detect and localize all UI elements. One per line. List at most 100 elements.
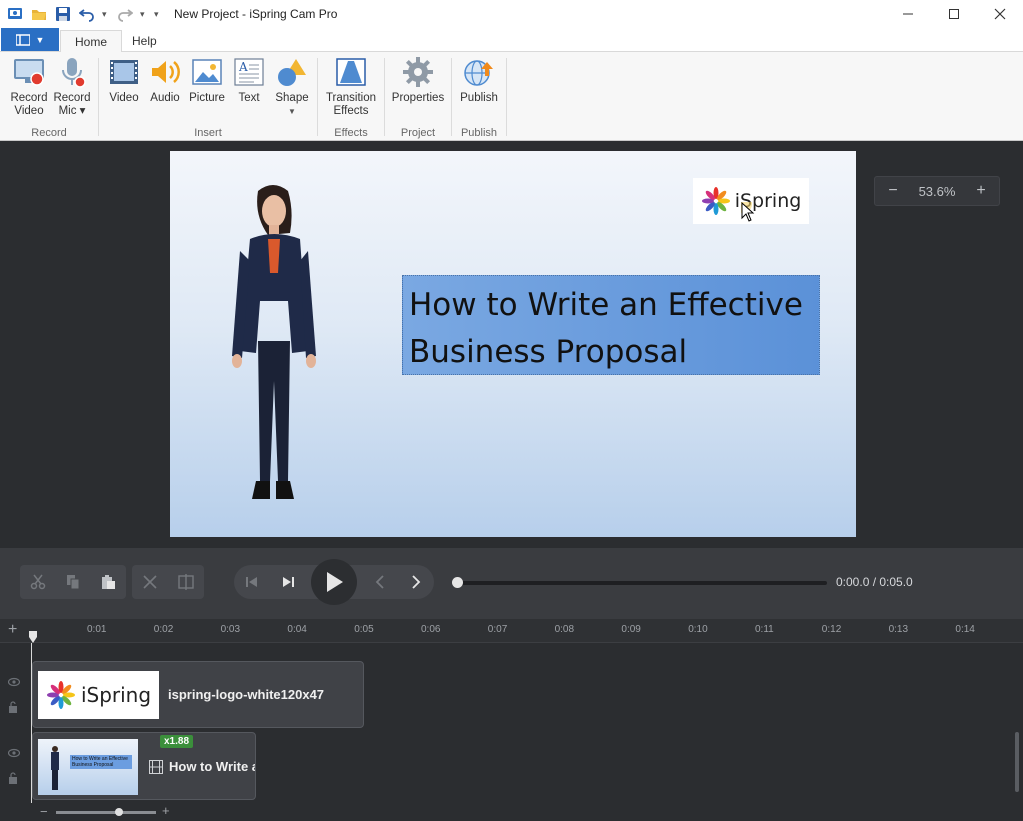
insert-group-label: Insert: [194, 127, 222, 139]
maximize-button[interactable]: [931, 0, 977, 28]
publish-group-label: Publish: [460, 127, 498, 139]
timeline-ruler[interactable]: + 0:01 0:02 0:03 0:04 0:05 0:06 0:07 0:08 0:09 0:…: [0, 619, 1023, 643]
speed-badge: x1.88: [160, 735, 194, 748]
picture-label: Picture: [189, 92, 225, 104]
timeline-vertical-scrollbar[interactable]: [1015, 732, 1019, 792]
timeline-clip-video[interactable]: How to Write an Effective Business Propo…: [32, 732, 256, 800]
window-controls: [885, 0, 1023, 28]
open-folder-icon[interactable]: [30, 5, 48, 23]
play-button[interactable]: [311, 559, 357, 605]
chevron-left-icon: [375, 575, 384, 589]
customize-toolbar-icon[interactable]: ▾: [154, 9, 162, 20]
globe-upload-icon: [463, 56, 495, 88]
effects-group-label: Effects: [334, 127, 368, 139]
scissors-icon: [30, 574, 45, 590]
ruler-tick-label: 0:05: [354, 624, 374, 635]
transition-effects-button[interactable]: Transition Effects: [322, 56, 380, 118]
undo-dropdown-icon[interactable]: ▾: [102, 9, 110, 20]
video-button[interactable]: Video: [107, 56, 141, 105]
transition-label-2: Effects: [333, 105, 369, 117]
slide-title-line-1: How to Write an Effective: [409, 287, 803, 323]
shape-button[interactable]: Shape ▼: [272, 56, 312, 118]
audio-button[interactable]: Audio: [147, 56, 183, 105]
title-bar: ▾ ▾ ▾ New Project - iSpring Cam Pro: [0, 0, 1023, 28]
zoom-out-button[interactable]: −: [885, 182, 901, 200]
playback-timecode: 0:00.0 / 0:05.0: [836, 575, 913, 589]
app-icon: [6, 5, 24, 23]
tab-home[interactable]: Home: [60, 30, 123, 53]
zoom-in-button[interactable]: +: [973, 182, 989, 200]
timeline-clip-logo[interactable]: iSpring ispring-logo-white120x47: [32, 661, 364, 728]
unlock-icon[interactable]: [8, 772, 18, 787]
timeline-zoom-handle[interactable]: [115, 808, 123, 816]
next-frame-button[interactable]: [398, 565, 434, 599]
text-button[interactable]: A Text: [232, 56, 266, 105]
tab-help[interactable]: Help: [118, 30, 171, 52]
skip-start-icon: [246, 577, 257, 587]
film-icon: [149, 760, 163, 774]
zoom-level: 53.6%: [918, 183, 956, 199]
eye-icon[interactable]: [7, 748, 21, 761]
cut-button[interactable]: [20, 565, 55, 599]
unlock-icon[interactable]: [8, 701, 18, 716]
previous-frame-button[interactable]: [362, 565, 398, 599]
record-mic-button[interactable]: Record Mic ▾: [52, 56, 92, 118]
ruler-tick-label: 0:09: [621, 624, 641, 635]
presenter-thumbnail-figure: [51, 746, 59, 790]
ruler-tick-label: 0:14: [955, 624, 975, 635]
redo-icon[interactable]: [116, 5, 134, 23]
shape-dropdown-icon: ▼: [288, 107, 296, 116]
go-to-end-button[interactable]: [270, 565, 306, 599]
ruler-tick-label: 0:01: [87, 624, 107, 635]
record-group-label: Record: [31, 127, 67, 139]
timeline-zoom-out-button[interactable]: −: [40, 804, 48, 819]
eye-icon[interactable]: [7, 677, 21, 690]
shapes-icon: [276, 56, 308, 88]
go-to-start-button[interactable]: [234, 565, 270, 599]
split-button[interactable]: [168, 565, 204, 599]
picture-icon: [191, 56, 223, 88]
add-track-button[interactable]: +: [8, 621, 17, 639]
speaker-icon: [149, 56, 181, 88]
slide-title-box[interactable]: How to Write an Effective Business Propo…: [402, 275, 820, 375]
copy-button[interactable]: [55, 565, 90, 599]
quick-access-toolbar: ▾ ▾ ▾: [0, 5, 162, 23]
undo-icon[interactable]: [78, 5, 96, 23]
ruler-tick-label: 0:11: [755, 624, 774, 635]
paste-icon: [102, 575, 116, 589]
microphone-icon: [56, 56, 88, 88]
clip-video-thumbnail: How to Write an Effective Business Propo…: [38, 739, 138, 795]
delete-button[interactable]: [132, 565, 168, 599]
timeline-tracks: iSpring ispring-logo-white120x47 How to …: [0, 643, 1023, 803]
paste-button[interactable]: [91, 565, 126, 599]
save-icon[interactable]: [54, 5, 72, 23]
ispring-flower-icon: [46, 681, 75, 709]
picture-button[interactable]: Picture: [187, 56, 227, 105]
record-video-button[interactable]: Record Video: [8, 56, 50, 118]
playback-progress-track[interactable]: [457, 581, 827, 585]
clip-name: ispring-logo-white120x47: [168, 687, 325, 702]
playback-scrubber-handle[interactable]: [452, 577, 463, 588]
record-video-label-2: Video: [14, 105, 44, 117]
record-video-label-1: Record: [10, 92, 48, 104]
timeline-zoom-track[interactable]: [56, 811, 156, 814]
zoom-control: − 53.6% +: [874, 176, 1000, 206]
close-button[interactable]: [977, 0, 1023, 28]
properties-button[interactable]: Properties: [389, 56, 447, 105]
audio-label: Audio: [150, 92, 180, 104]
playback-bar: 0:00.0 / 0:05.0: [0, 548, 1023, 619]
timeline-zoom-in-button[interactable]: +: [162, 803, 170, 818]
record-mic-label-1: Record: [53, 92, 91, 104]
slide-preview[interactable]: iSpring How to Write an Effective Busine…: [170, 151, 856, 537]
properties-label: Properties: [391, 92, 445, 104]
slide-logo[interactable]: iSpring: [693, 178, 809, 224]
timeline-zoom-bar: − +: [0, 803, 1023, 821]
text-label: Text: [238, 92, 260, 104]
minimize-button[interactable]: [885, 0, 931, 28]
app-menu-button[interactable]: ▼: [1, 28, 59, 51]
publish-label: Publish: [460, 92, 498, 104]
delete-split-group: [132, 565, 204, 599]
transition-label-1: Transition: [325, 92, 377, 104]
redo-dropdown-icon[interactable]: ▾: [140, 9, 148, 20]
publish-button[interactable]: Publish: [456, 56, 502, 105]
